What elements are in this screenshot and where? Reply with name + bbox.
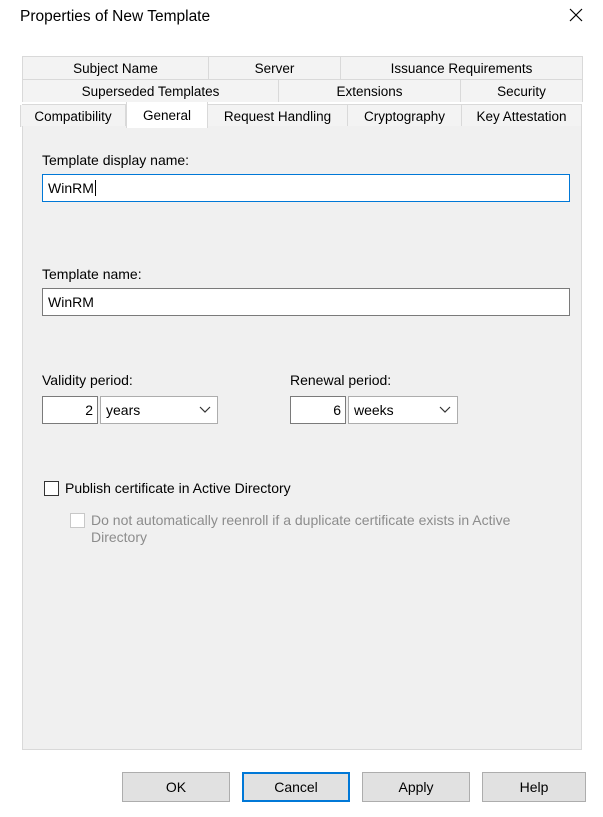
help-button[interactable]: Help <box>482 772 586 802</box>
validity-unit-select[interactable]: years <box>100 396 218 424</box>
general-tab-panel <box>22 126 582 750</box>
reenroll-checkbox <box>70 513 85 528</box>
renewal-period-label: Renewal period: <box>290 372 392 388</box>
cancel-button[interactable]: Cancel <box>242 772 350 802</box>
validity-number-value: 2 <box>85 402 93 418</box>
tab-general[interactable]: General <box>126 102 208 128</box>
reenroll-checkbox-row: Do not automatically reenroll if a dupli… <box>70 512 570 546</box>
renewal-unit-select[interactable]: weeks <box>348 396 458 424</box>
display-name-value: WinRM <box>48 180 94 196</box>
close-button[interactable] <box>565 2 587 28</box>
tab-row-3: Compatibility General Request Handling C… <box>20 102 582 128</box>
display-name-field[interactable]: WinRM <box>42 174 570 202</box>
ok-button[interactable]: OK <box>122 772 230 802</box>
tab-issuance-requirements[interactable]: Issuance Requirements <box>341 57 583 79</box>
tab-superseded-templates[interactable]: Superseded Templates <box>23 80 279 102</box>
tab-server[interactable]: Server <box>209 57 341 79</box>
renewal-number-field[interactable]: 6 <box>290 396 346 424</box>
renewal-unit-value: weeks <box>354 402 394 418</box>
validity-unit-value: years <box>106 402 141 418</box>
template-name-label: Template name: <box>42 266 142 282</box>
template-name-field[interactable]: WinRM <box>42 288 570 316</box>
tab-security[interactable]: Security <box>461 80 583 102</box>
validity-period-label: Validity period: <box>42 372 133 388</box>
chevron-down-icon <box>439 406 451 413</box>
apply-button[interactable]: Apply <box>362 772 470 802</box>
tab-subject-name[interactable]: Subject Name <box>23 57 209 79</box>
display-name-label: Template display name: <box>42 152 190 168</box>
tab-row-2: Superseded Templates Extensions Security <box>22 79 583 102</box>
tab-request-handling[interactable]: Request Handling <box>208 105 348 127</box>
validity-number-field[interactable]: 2 <box>42 396 98 424</box>
template-name-value: WinRM <box>48 294 94 310</box>
close-icon <box>569 8 583 22</box>
tab-compatibility[interactable]: Compatibility <box>20 105 126 127</box>
window-title: Properties of New Template <box>20 8 211 25</box>
publish-checkbox-row[interactable]: Publish certificate in Active Directory <box>44 480 291 496</box>
text-cursor <box>94 180 96 196</box>
tab-key-attestation[interactable]: Key Attestation <box>462 105 582 127</box>
tab-row-1: Subject Name Server Issuance Requirement… <box>22 56 583 79</box>
chevron-down-icon <box>199 406 211 413</box>
tab-extensions[interactable]: Extensions <box>279 80 461 102</box>
publish-checkbox[interactable] <box>44 480 59 496</box>
renewal-number-value: 6 <box>333 402 341 418</box>
reenroll-checkbox-label: Do not automatically reenroll if a dupli… <box>91 512 511 545</box>
tab-cryptography[interactable]: Cryptography <box>348 105 462 127</box>
publish-checkbox-label: Publish certificate in Active Directory <box>65 480 291 496</box>
